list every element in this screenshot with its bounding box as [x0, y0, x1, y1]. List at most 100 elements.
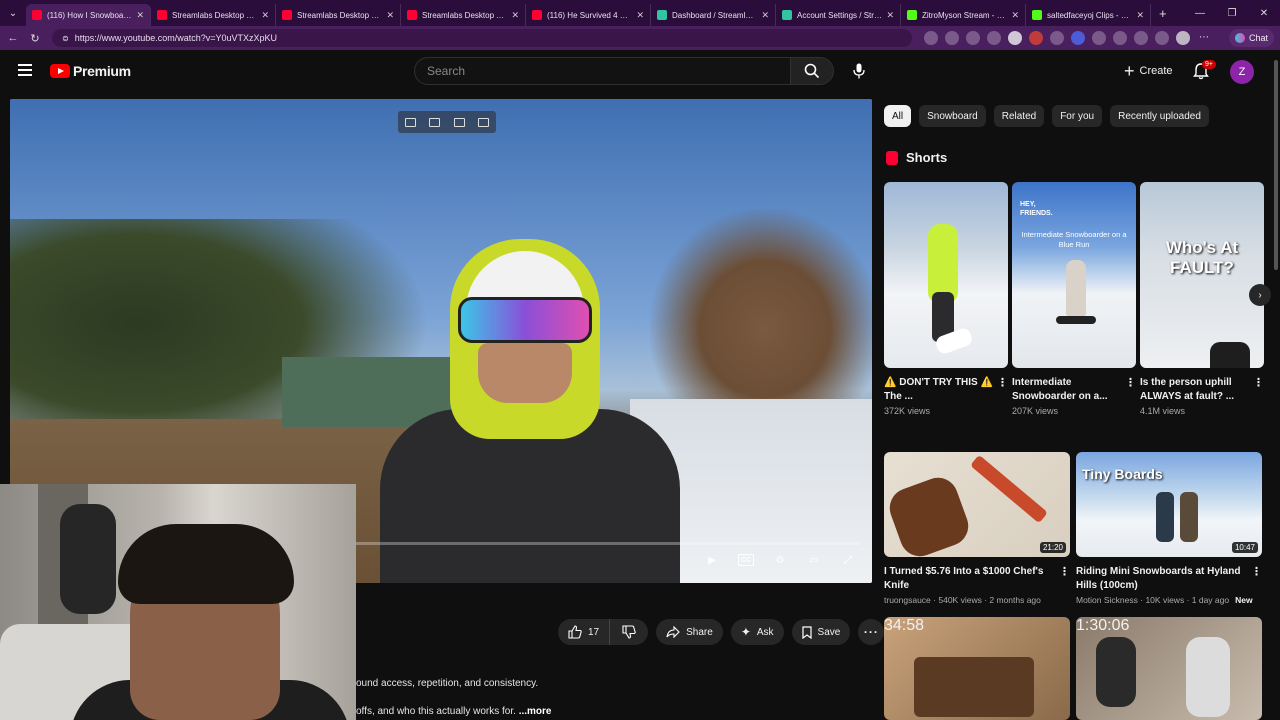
browser-tab[interactable]: Streamlabs Desktop Tutor ✕: [401, 4, 526, 26]
video-thumbnail[interactable]: 21:20: [884, 452, 1070, 557]
chip-recently-uploaded[interactable]: Recently uploaded: [1110, 105, 1209, 127]
tab-close-icon[interactable]: ✕: [761, 10, 769, 21]
chip-snowboard[interactable]: Snowboard: [919, 105, 986, 127]
short-thumbnail[interactable]: [884, 182, 1008, 368]
video-thumbnail[interactable]: 34:58: [884, 617, 1070, 720]
share-button[interactable]: Share: [656, 619, 723, 645]
subtitles-icon[interactable]: CC: [738, 554, 754, 566]
new-tab-button[interactable]: +: [1151, 6, 1175, 21]
guide-menu-icon[interactable]: [18, 64, 32, 76]
browser-tab[interactable]: Account Settings / Stream ✕: [776, 4, 901, 26]
short-title[interactable]: Is the person uphill ALWAYS at fault? ..…: [1140, 376, 1264, 404]
ask-button[interactable]: ✦ Ask: [730, 619, 784, 645]
minimize-icon[interactable]: —: [1184, 0, 1216, 26]
adblock-icon[interactable]: [1029, 31, 1043, 45]
tab-close-icon[interactable]: ✕: [511, 10, 519, 21]
reload-icon[interactable]: ↻: [24, 26, 46, 50]
search-input[interactable]: Search: [414, 57, 791, 85]
chip-all[interactable]: All: [884, 105, 912, 127]
extension-icon[interactable]: [1113, 31, 1127, 45]
extension-icon[interactable]: [945, 31, 959, 45]
short-views: 372K views: [884, 406, 931, 416]
youtube-premium-logo[interactable]: Premium: [50, 63, 131, 79]
short-card[interactable]: Who's At FAULT? Is the person uphill ALW…: [1140, 182, 1264, 416]
chip-related[interactable]: Related: [993, 105, 1045, 127]
notes-icon[interactable]: [453, 117, 465, 127]
extension-icon[interactable]: [1050, 31, 1064, 45]
browser-tab[interactable]: Dashboard / Streamlabs ✕: [651, 4, 776, 26]
tab-title: Streamlabs Desktop Tutor: [422, 10, 508, 20]
account-avatar[interactable]: Z: [1230, 60, 1254, 84]
extension-icon[interactable]: [966, 31, 980, 45]
account-avatar-icon[interactable]: [1176, 31, 1190, 45]
video-thumbnail[interactable]: Tiny Boards 10:47: [1076, 452, 1262, 557]
chip-for-you[interactable]: For you: [1052, 105, 1103, 127]
url-field[interactable]: ⊜ https://www.youtube.com/watch?v=Y0uVTX…: [52, 29, 912, 47]
browser-tab[interactable]: (116) How I Snowboard 4 ✕: [26, 4, 151, 26]
short-thumbnail[interactable]: HEY, FRIENDS. Intermediate Snowboarder on…: [1012, 182, 1136, 368]
save-button[interactable]: Save: [791, 619, 851, 645]
show-more-link[interactable]: ...more: [519, 706, 552, 717]
theater-mode-icon[interactable]: ▭: [806, 554, 822, 566]
close-window-icon[interactable]: ✕: [1248, 0, 1280, 26]
extension-icon[interactable]: [1092, 31, 1106, 45]
extension-icon[interactable]: [1134, 31, 1148, 45]
more-options-icon[interactable]: ⋮: [997, 376, 1008, 390]
tab-close-icon[interactable]: ✕: [136, 10, 144, 21]
settings-gear-icon[interactable]: ⚙: [772, 554, 788, 566]
short-card[interactable]: HEY, FRIENDS. Intermediate Snowboarder on…: [1012, 182, 1136, 416]
bookmark-star-icon[interactable]: [987, 31, 1001, 45]
more-options-icon[interactable]: ⋮: [1125, 376, 1136, 390]
description-line-2[interactable]: offs, and who this actually works for. .…: [356, 706, 551, 717]
cast-icon[interactable]: [429, 117, 441, 127]
browser-tabbar: ⌄ (116) How I Snowboard 4 ✕ Streamlabs Des…: [0, 0, 1280, 26]
dislike-button[interactable]: [610, 619, 648, 645]
miniplayer-icon[interactable]: [404, 117, 416, 127]
more-actions-icon[interactable]: ···: [858, 619, 885, 645]
tab-close-icon[interactable]: ✕: [386, 10, 394, 21]
tab-close-icon[interactable]: ✕: [1011, 10, 1019, 21]
voice-search-button[interactable]: [848, 60, 870, 82]
more-options-icon[interactable]: ⋮: [1251, 565, 1262, 579]
browser-tab[interactable]: ZitroMyson Stream - Wat ✕: [901, 4, 1026, 26]
back-icon[interactable]: ←: [2, 26, 24, 50]
page-scrollbar[interactable]: [1274, 60, 1278, 270]
browser-tab[interactable]: saltedfaceyoj Clips - Wat ✕: [1026, 4, 1151, 26]
short-title[interactable]: ⚠️ DON'T TRY THIS ⚠️ The ... ⋮: [884, 376, 1008, 404]
menu-icon[interactable]: ⋯: [1197, 31, 1211, 45]
tab-close-icon[interactable]: ✕: [1136, 10, 1144, 21]
tab-close-icon[interactable]: ✕: [636, 10, 644, 21]
like-button[interactable]: 17: [558, 619, 611, 645]
play-icon[interactable]: ▶: [704, 554, 720, 566]
video-title[interactable]: Riding Mini Snowboards at Hyland Hills (…: [1076, 565, 1262, 593]
browser-tab[interactable]: (116) He Survived 4 Days ✕: [526, 4, 651, 26]
sidebar-icon[interactable]: [1155, 31, 1169, 45]
fullscreen-icon[interactable]: ⤢: [840, 554, 856, 566]
tab-search-icon[interactable]: ⌄: [0, 0, 26, 26]
tab-close-icon[interactable]: ✕: [886, 10, 894, 21]
maximize-icon[interactable]: ❐: [1216, 0, 1248, 26]
short-title[interactable]: Intermediate Snowboarder on a... ⋮: [1012, 376, 1136, 404]
video-card[interactable]: Tiny Boards 10:47 Riding Mini Snowboards…: [1076, 452, 1262, 605]
more-options-icon[interactable]: ⋮: [1253, 376, 1264, 390]
short-thumbnail[interactable]: Who's At FAULT?: [1140, 182, 1264, 368]
more-options-icon[interactable]: ⋮: [1059, 565, 1070, 579]
video-card[interactable]: 21:20 I Turned $5.76 Into a $1000 Chef's…: [884, 452, 1070, 605]
shield-icon[interactable]: [1071, 31, 1085, 45]
short-card[interactable]: ⚠️ DON'T TRY THIS ⚠️ The ... ⋮ 372K view…: [884, 182, 1008, 416]
browser-tab[interactable]: Streamlabs Desktop Guide ✕: [276, 4, 401, 26]
channel-name[interactable]: Motion Sickness: [1076, 595, 1138, 605]
video-thumbnail[interactable]: 1:30:06: [1076, 617, 1262, 720]
create-button[interactable]: + Create: [1118, 59, 1179, 83]
channel-name[interactable]: truongsauce: [884, 595, 931, 605]
video-title[interactable]: I Turned $5.76 Into a $1000 Chef's Knife…: [884, 565, 1070, 593]
search-button[interactable]: [790, 57, 834, 85]
site-info-icon[interactable]: ⊜: [62, 34, 69, 43]
chevron-right-icon[interactable]: ›: [1249, 284, 1271, 306]
chat-button[interactable]: Chat: [1228, 29, 1274, 47]
extension-icon[interactable]: [924, 31, 938, 45]
profile-icon[interactable]: [1008, 31, 1022, 45]
translate-icon[interactable]: [478, 117, 490, 127]
tab-close-icon[interactable]: ✕: [261, 10, 269, 21]
browser-tab[interactable]: Streamlabs Desktop Guid ✕: [151, 4, 276, 26]
